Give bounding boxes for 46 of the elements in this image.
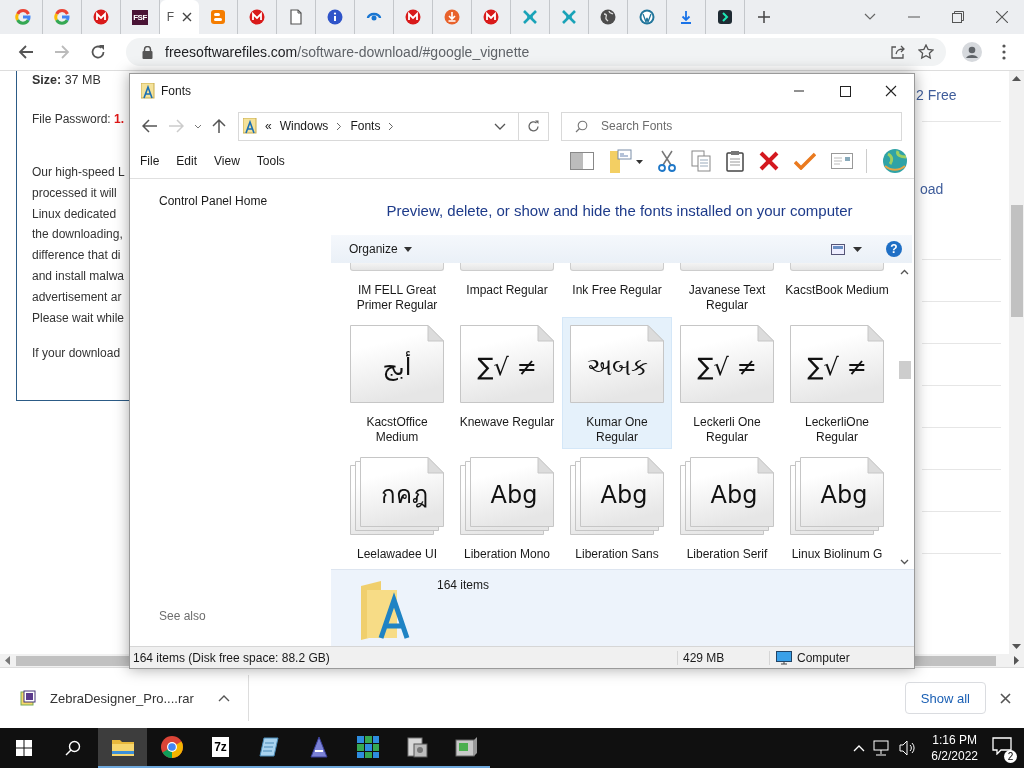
paragraph-line: the downloading, [32,226,124,244]
font-name: KacstBook Medium [785,283,889,299]
font-name: Leckerli One Regular [692,415,762,445]
font-sample: กคฎ [380,481,428,509]
paragraph-line: difference that di [32,247,122,265]
font-sample: Abg [820,481,868,509]
paragraph-line: If your download [32,345,122,363]
font-name: Liberation Serif [685,547,769,563]
font-name: Kumar One Regular [585,415,649,445]
status-text: 164 items (Disk free space: 88.2 GB) [130,650,678,665]
file-size-text: Size: 37 MB [32,73,102,87]
notification-badge: 2 [1004,750,1017,763]
font-sample: Abg [600,481,648,509]
font-name: Liberation Mono [462,547,552,563]
page-heading: Preview, delete, or show and hide the fonts installed on your computer [385,201,854,221]
font-sample: અબક [586,353,648,381]
font-sample: Abg [490,481,538,509]
font-name: LeckerliOne Regular [804,415,870,445]
font-name: Leelawadee UI [355,547,439,563]
paragraph-line: and install malwa [32,268,126,285]
see-also-label: See also [159,609,207,623]
font-name: KacstOffice Medium [365,415,429,445]
archive-app-icon: 7z [212,737,229,757]
paragraph-line: Our high-speed L [32,164,126,181]
paragraph-line: Please wait while [32,309,126,327]
font-sample: ∑√ ≠ [697,353,757,381]
status-size: 429 MB [678,650,770,665]
font-name: Impact Regular [465,283,549,299]
font-name: Linux Biolinum G [790,547,884,563]
font-name: Liberation Sans [574,547,660,563]
paragraph-line: processed it will [32,184,118,202]
font-name: Knewave Regular [458,415,556,431]
font-sample: ∑√ ≠ [477,353,537,381]
password-label: File Password: [32,112,111,126]
font-sample: أبج [382,353,412,381]
font-sample: ∑√ ≠ [807,353,867,381]
item-count: 164 items [437,578,490,592]
paragraph-line: Linux dedicated [32,205,118,223]
paragraph-line: advertisement ar [32,288,123,306]
font-sample: Abg [710,481,758,509]
password-value: 1. [114,112,125,126]
font-name: IM FELL Great Primer Regular [355,283,439,313]
status-location: Computer [797,650,850,665]
window-title: Fonts [161,84,191,98]
font-name: Ink Free Regular [571,283,663,299]
font-name: Javanese Text Regular [687,283,767,313]
